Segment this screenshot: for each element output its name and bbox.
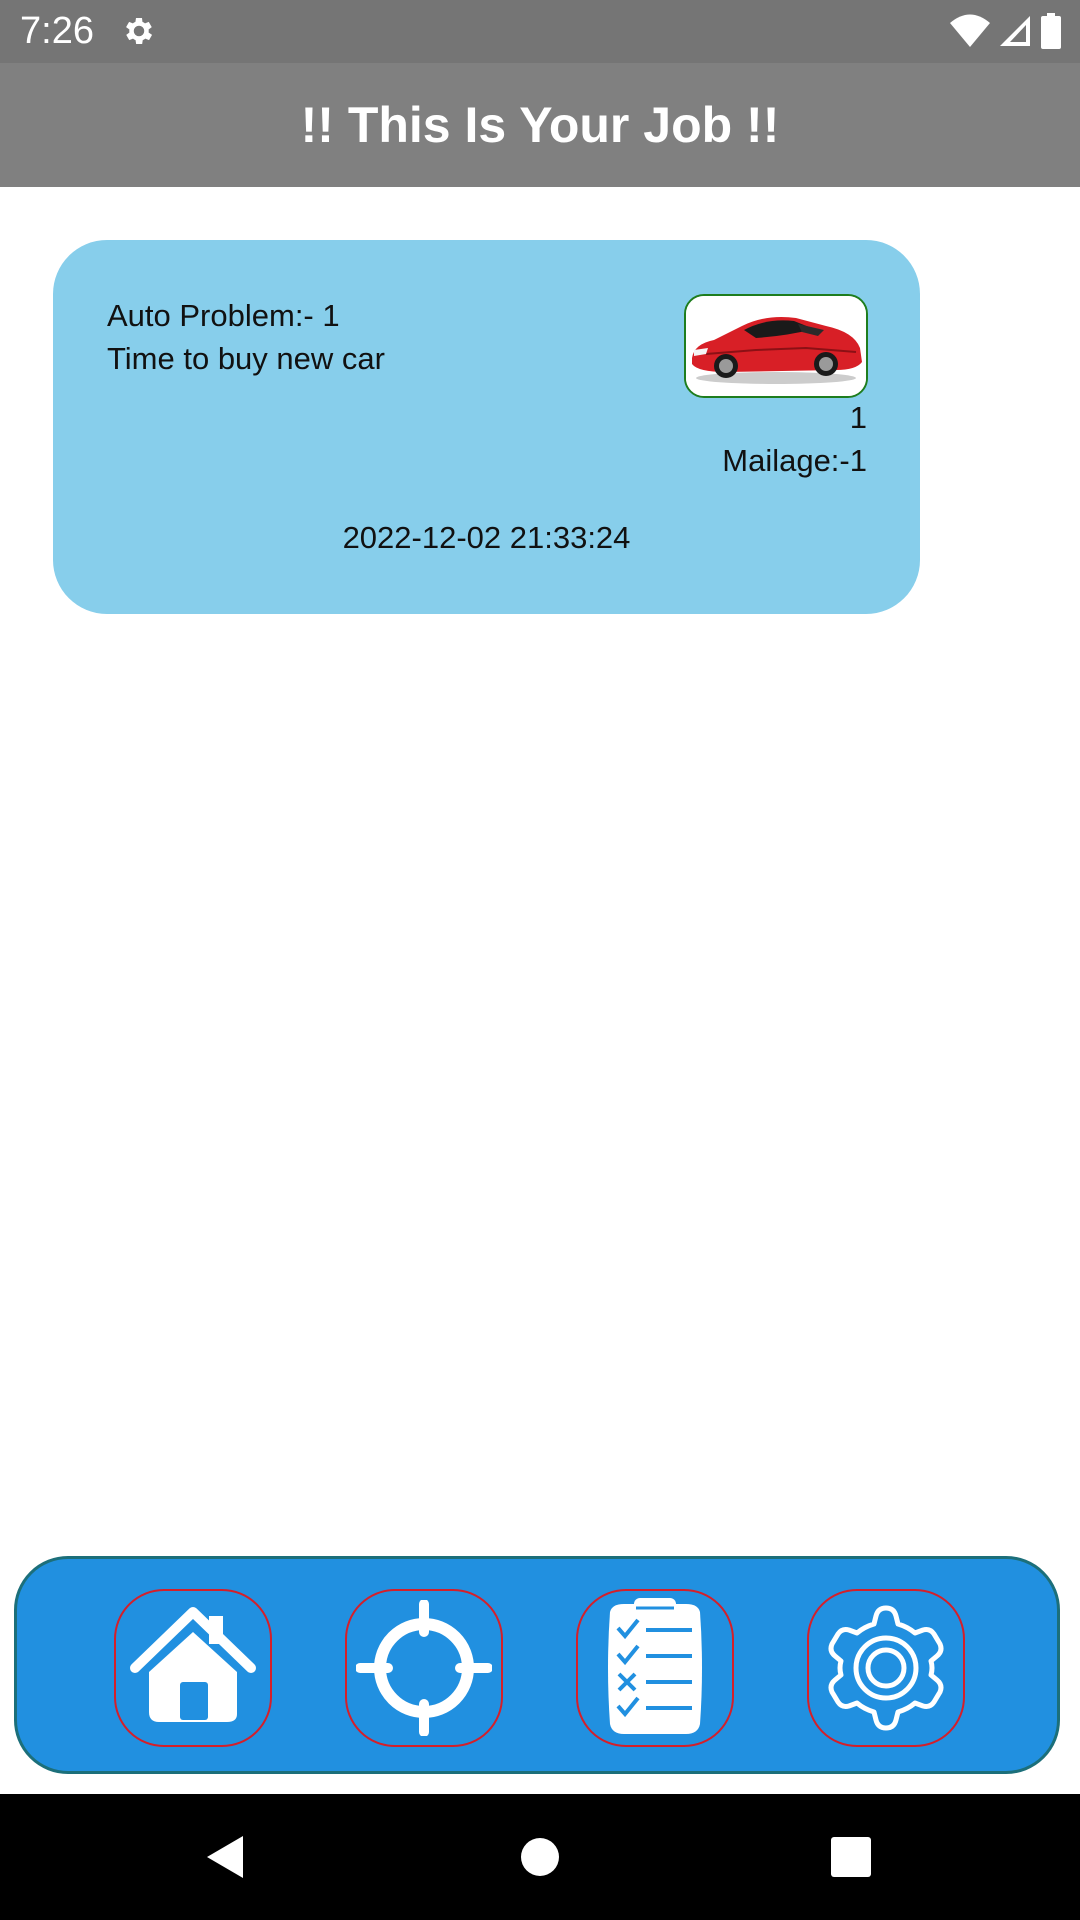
status-time: 7:26: [20, 10, 94, 52]
car-image: [684, 294, 868, 398]
nav-locate-button[interactable]: [345, 1589, 503, 1747]
system-navigation-bar: [0, 1794, 1080, 1920]
problem-description: Time to buy new car: [107, 341, 385, 376]
job-card[interactable]: Auto Problem:- 1 Time to buy new car 1 M…: [53, 240, 920, 614]
problem-title: Auto Problem:- 1: [107, 298, 340, 333]
checklist-icon: [608, 1598, 702, 1734]
nav-settings-button[interactable]: [807, 1589, 965, 1747]
page-title: !! This Is Your Job !!: [300, 97, 780, 153]
job-date: 2022-12-02 21:33:24: [342, 520, 631, 555]
home-icon: [130, 1607, 256, 1722]
nav-home-button[interactable]: [114, 1589, 272, 1747]
title-bar: !! This Is Your Job !!: [0, 63, 1080, 187]
signal-icon: [1000, 16, 1030, 46]
settings-gear-icon: [828, 1605, 944, 1731]
home-circle-icon[interactable]: [515, 1832, 565, 1882]
mileage-label: Mailage:-1: [722, 443, 867, 478]
nav-jobs-button[interactable]: [576, 1589, 734, 1747]
crosshair-icon: [356, 1600, 492, 1736]
gear-icon: [126, 17, 153, 45]
red-sports-car-image: [686, 296, 866, 396]
recents-square-icon[interactable]: [826, 1832, 876, 1882]
bottom-navigation: [14, 1556, 1060, 1774]
status-bar: 7:26: [0, 0, 1080, 63]
back-icon[interactable]: [201, 1832, 251, 1882]
wifi-icon: [950, 14, 990, 47]
job-number: 1: [849, 400, 867, 435]
status-icons: [950, 12, 1062, 50]
battery-icon: [1041, 13, 1061, 49]
app-screen: 7:26 !! This Is Your Job !! Auto Problem…: [0, 0, 1080, 1920]
